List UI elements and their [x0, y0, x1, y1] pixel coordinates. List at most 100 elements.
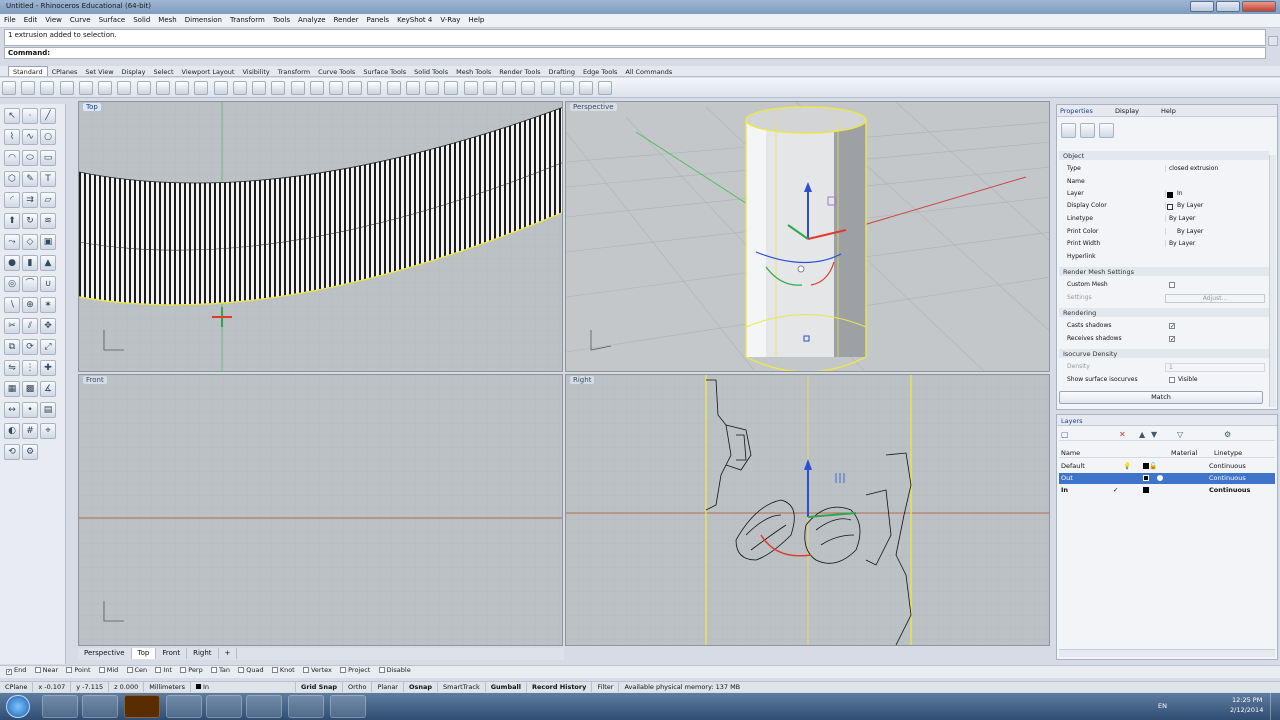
- menu-panels[interactable]: Panels: [363, 14, 394, 27]
- tab-cplanes[interactable]: CPlanes: [48, 67, 82, 77]
- maximize-button[interactable]: [1216, 1, 1240, 12]
- line-icon[interactable]: ╱: [40, 108, 56, 124]
- menu-keyshot[interactable]: KeyShot 4: [393, 14, 436, 27]
- tab-render-tools[interactable]: Render Tools: [495, 67, 544, 77]
- select-icon[interactable]: [367, 81, 382, 95]
- zoom-window-icon[interactable]: [232, 81, 247, 95]
- cplane-icon[interactable]: [328, 81, 343, 95]
- prop-casts-shadows[interactable]: Casts shadows ✓: [1061, 322, 1267, 332]
- group-icon[interactable]: ▦: [4, 381, 20, 397]
- clock-time[interactable]: 12:25 PM: [1232, 696, 1262, 704]
- pipe-icon[interactable]: ⌒: [22, 276, 38, 292]
- layers-scrollbar[interactable]: [1059, 649, 1275, 657]
- move-up-icon[interactable]: ▲: [1139, 430, 1145, 439]
- osnap-perp[interactable]: Perp: [180, 666, 203, 674]
- import-icon[interactable]: [78, 81, 93, 95]
- move-icon[interactable]: [348, 81, 363, 95]
- prop-row-name[interactable]: Name: [1061, 178, 1267, 188]
- show-desktop-button[interactable]: [1270, 693, 1280, 720]
- layer-row-default[interactable]: Default 💡 🔓 Continuous: [1059, 461, 1275, 472]
- osnap-int[interactable]: Int: [155, 666, 172, 674]
- osnap-disable[interactable]: Disable: [378, 666, 411, 674]
- app-taskbar-icon[interactable]: [82, 695, 118, 718]
- boolean-union-icon[interactable]: ∪: [40, 276, 56, 292]
- light-icon[interactable]: [463, 81, 478, 95]
- gumball-icon[interactable]: ✚: [40, 360, 56, 376]
- arc-icon[interactable]: ◠: [4, 150, 20, 166]
- menu-solid[interactable]: Solid: [129, 14, 154, 27]
- layout-icon[interactable]: ▤: [40, 402, 56, 418]
- osnap-tan[interactable]: Tan: [210, 666, 230, 674]
- point-icon[interactable]: ·: [22, 108, 38, 124]
- osnap-cen[interactable]: Cen: [126, 666, 147, 674]
- select-icon[interactable]: ↖: [4, 108, 20, 124]
- cut-icon[interactable]: [98, 81, 113, 95]
- ellipse-icon[interactable]: ⬭: [22, 150, 38, 166]
- prop-receives-shadows[interactable]: Receives shadows ✓: [1061, 335, 1267, 345]
- tab-edge-tools[interactable]: Edge Tools: [579, 67, 621, 77]
- chrome-taskbar-icon[interactable]: [166, 695, 202, 718]
- tab-viewport-layout[interactable]: Viewport Layout: [178, 67, 239, 77]
- close-button[interactable]: [1242, 1, 1276, 12]
- circle-icon[interactable]: ○: [40, 129, 56, 145]
- prop-row-layer[interactable]: Layer In: [1061, 190, 1267, 200]
- fillet-icon[interactable]: ◜: [4, 192, 20, 208]
- viewport-perspective[interactable]: Perspective: [565, 101, 1050, 372]
- layers-title[interactable]: Layers: [1061, 417, 1083, 425]
- help-icon[interactable]: [598, 81, 613, 95]
- status-planar[interactable]: Planar: [372, 682, 404, 692]
- osnap-vertex[interactable]: Vertex: [302, 666, 332, 674]
- osnap-point[interactable]: Point: [66, 666, 91, 674]
- tab-set-view[interactable]: Set View: [81, 67, 117, 77]
- clock-date[interactable]: 2/12/2014: [1230, 706, 1263, 714]
- menu-curve[interactable]: Curve: [66, 14, 95, 27]
- options-icon[interactable]: [579, 81, 594, 95]
- print-icon[interactable]: [59, 81, 74, 95]
- sphere-icon[interactable]: ●: [4, 255, 20, 271]
- status-layer[interactable]: In: [191, 682, 296, 692]
- texture-page-icon[interactable]: [1099, 123, 1114, 138]
- move-down-icon[interactable]: ▼: [1151, 430, 1157, 439]
- mirror-icon[interactable]: ⇋: [4, 360, 20, 376]
- explorer-taskbar-icon[interactable]: [42, 695, 78, 718]
- osnap-quad[interactable]: Quad: [238, 666, 264, 674]
- illustrator-taskbar-icon[interactable]: [124, 695, 160, 718]
- snap-icon[interactable]: ⌖: [40, 423, 56, 439]
- tab-visibility[interactable]: Visibility: [238, 67, 273, 77]
- tab-all-commands[interactable]: All Commands: [621, 67, 676, 77]
- cone-icon[interactable]: ▲: [40, 255, 56, 271]
- cylinder-icon[interactable]: ▮: [22, 255, 38, 271]
- polygon-icon[interactable]: ⬡: [4, 171, 20, 187]
- language-indicator[interactable]: EN: [1158, 702, 1167, 710]
- tab-transform[interactable]: Transform: [274, 67, 314, 77]
- prop-row-linetype[interactable]: Linetype By Layer: [1061, 215, 1267, 225]
- sphere-rendered-icon[interactable]: [559, 81, 574, 95]
- text-icon[interactable]: T: [40, 171, 56, 187]
- analyze-icon[interactable]: ∡: [40, 381, 56, 397]
- viewport-right[interactable]: Right: [565, 374, 1050, 646]
- prop-row-print-width[interactable]: Print Width By Layer: [1061, 240, 1267, 250]
- osnap-end[interactable]: ✓ End: [6, 666, 26, 675]
- menu-surface[interactable]: Surface: [95, 14, 130, 27]
- properties-icon[interactable]: [444, 81, 459, 95]
- zoom-selected-icon[interactable]: [271, 81, 286, 95]
- tab-help-panel[interactable]: Help: [1161, 107, 1176, 115]
- menu-edit[interactable]: Edit: [20, 14, 42, 27]
- layer-icon[interactable]: [425, 81, 440, 95]
- command-line[interactable]: Command:: [4, 47, 1266, 59]
- tab-display-panel[interactable]: Display: [1115, 107, 1139, 115]
- filter-icon[interactable]: ▽: [1177, 430, 1183, 439]
- status-filter[interactable]: Filter: [592, 682, 620, 692]
- viewport-label-right[interactable]: Right: [570, 376, 595, 384]
- offset-icon[interactable]: ⇉: [22, 192, 38, 208]
- copy-icon[interactable]: ⧉: [4, 339, 20, 355]
- osnap-project[interactable]: Project: [340, 666, 370, 674]
- undo-view-icon[interactable]: [290, 81, 305, 95]
- rotate-icon[interactable]: ⟳: [22, 339, 38, 355]
- new-icon[interactable]: [2, 81, 16, 95]
- viewport-label-top[interactable]: Top: [83, 103, 101, 111]
- utorrent-taskbar-icon[interactable]: [206, 695, 242, 718]
- viewport-label-perspective[interactable]: Perspective: [570, 103, 617, 111]
- prop-row-hyperlink[interactable]: Hyperlink: [1061, 253, 1267, 263]
- menu-mesh[interactable]: Mesh: [154, 14, 180, 27]
